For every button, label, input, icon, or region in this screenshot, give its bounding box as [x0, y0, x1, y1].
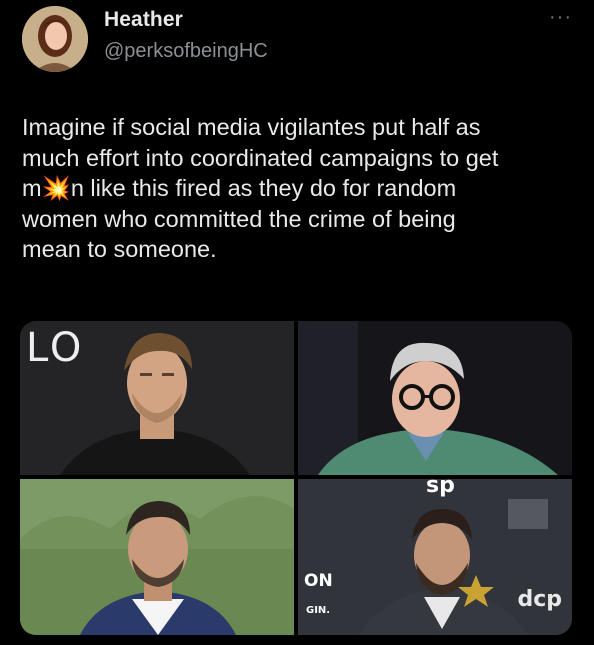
photo-tile-2[interactable]	[298, 321, 572, 475]
avatar[interactable]	[22, 6, 88, 72]
backdrop-sign-text: LO	[26, 325, 85, 371]
sign-text-gin: GIN.	[306, 605, 331, 616]
tweet-card: Heather @perksofbeingHC ··· Imagine if s…	[0, 0, 594, 645]
photo-tile-4[interactable]: sp dcp	[298, 479, 572, 635]
author-handle[interactable]: @perksofbeingHC	[104, 40, 268, 63]
photo-tile-1[interactable]: LO	[20, 321, 294, 475]
tweet-text-line: much effort into coordinated campaigns t…	[22, 144, 499, 171]
photo-3-image	[20, 479, 294, 635]
photo-tile-3[interactable]	[20, 479, 294, 635]
backdrop-logo-text: sp	[426, 479, 455, 498]
sign-text-on: ON	[304, 571, 333, 591]
tweet-text-line: m💥n like this fired as they do for rando…	[22, 175, 457, 201]
more-options-icon[interactable]: ···	[549, 6, 572, 29]
photo-2-image	[298, 321, 572, 475]
media-grid: LO sp dcp ON GIN.	[20, 321, 572, 635]
tweet-text-line: mean to someone.	[22, 236, 217, 262]
avatar-image	[22, 6, 88, 72]
author-name[interactable]: Heather	[104, 8, 183, 32]
tweet-text-line: women who committed the crime of being	[22, 205, 456, 232]
tweet-text: Imagine if social media vigilantes put h…	[22, 112, 582, 265]
tweet-text-line: Imagine if social media vigilantes put h…	[22, 114, 481, 140]
sponsor-logo-text: dcp	[517, 587, 562, 612]
